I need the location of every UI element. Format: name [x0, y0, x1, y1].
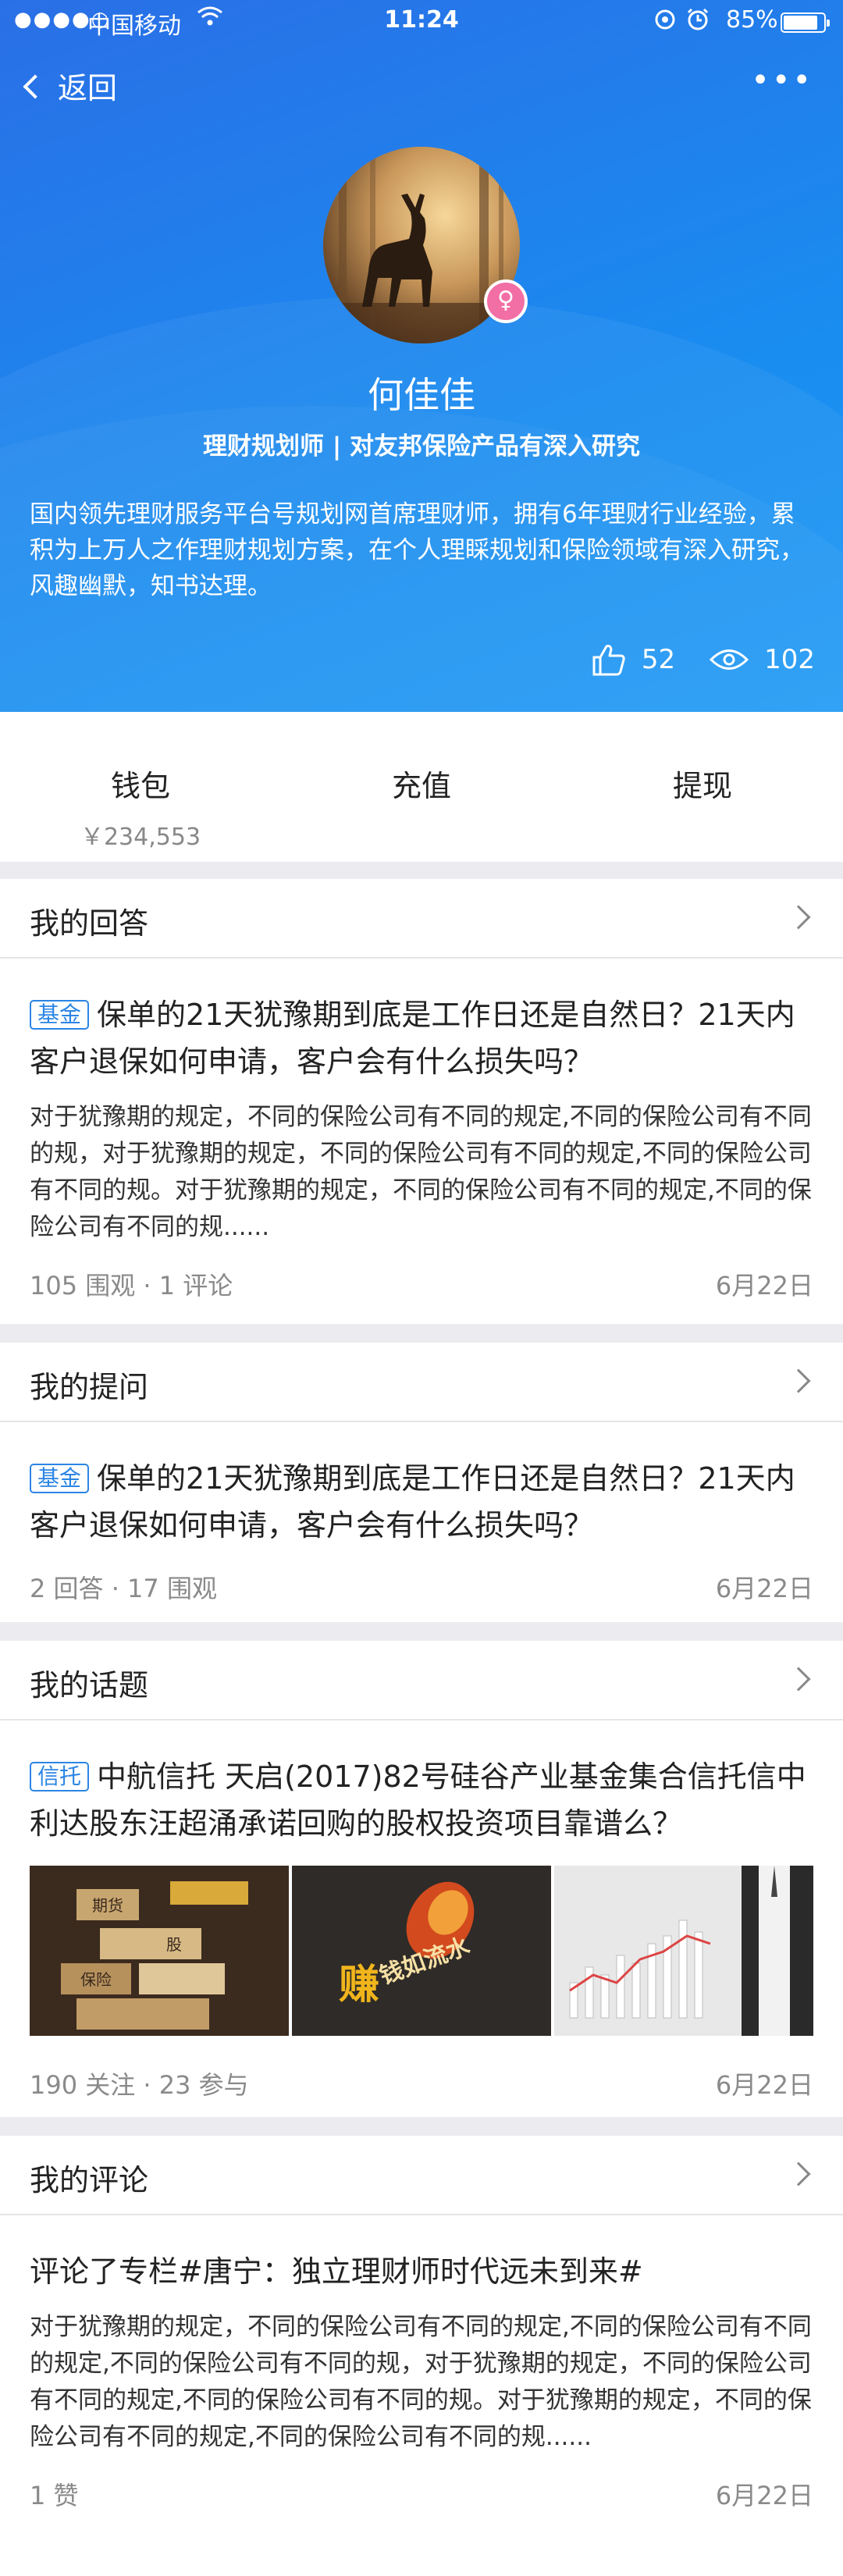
chevron-right-icon: [786, 1667, 811, 1692]
chevron-left-icon: [23, 73, 48, 99]
image-label: 保险: [80, 1970, 112, 1989]
category-tag: 基金: [30, 1464, 90, 1493]
item-date: 6月22日: [715, 2481, 813, 2510]
item-stats: 1 赞: [30, 2481, 79, 2510]
item-date: 6月22日: [715, 2070, 813, 2100]
question-text: 保单的21天犹豫期到底是工作日还是自然日？21天内客户退保如何申请，客户会有什么…: [30, 998, 795, 1079]
questions-header[interactable]: 我的提问: [0, 1343, 843, 1422]
item-meta: 190 关注 · 23 参与 6月22日: [30, 2065, 813, 2101]
view-count: 102: [764, 644, 815, 675]
nav-bar: 返回 •••: [0, 61, 843, 111]
item-meta: 2 回答 · 17 围观 6月22日: [30, 1569, 813, 1605]
clock: 11:24: [384, 6, 459, 34]
topic-item[interactable]: 信托 中航信托 天启(2017)82号硅谷产业基金集合信托信中利达股东汪超涌承诺回…: [0, 1720, 843, 2101]
topic-text: 中航信托 天启(2017)82号硅谷产业基金集合信托信中利达股东汪超涌承诺回购的…: [30, 1759, 806, 1841]
female-icon: ♀: [484, 279, 528, 323]
answer-excerpt: 对于犹豫期的规定，不同的保险公司有不同的规定,不同的保险公司有不同的规，对于犹豫…: [30, 1103, 812, 1241]
battery-percent: 85%: [726, 6, 778, 34]
question-item[interactable]: 基金 保单的21天犹豫期到底是工作日还是自然日？21天内客户退保如何申请，客户会有…: [0, 1422, 843, 1605]
back-label: 返回: [58, 71, 118, 105]
topics-header[interactable]: 我的话题: [0, 1641, 843, 1720]
comment-heading: 评论了专栏#唐宁：独立理财师时代远未到来#: [30, 2254, 643, 2289]
question-text: 保单的21天犹豫期到底是工作日还是自然日？21天内客户退保如何申请，客户会有什么…: [30, 1461, 795, 1542]
battery-icon: [781, 12, 830, 33]
item-date: 6月22日: [715, 1574, 813, 1603]
item-stats: 105 围观 · 1 评论: [30, 1271, 233, 1300]
comments-header[interactable]: 我的评论: [0, 2136, 843, 2215]
like-count: 52: [641, 644, 676, 675]
category-tag: 基金: [30, 1000, 90, 1030]
section-title: 我的回答: [30, 906, 149, 941]
recharge-label: 充值: [391, 769, 451, 803]
profile-subtitle: 理财规划师 | 对友邦保险产品有深入研究: [203, 432, 640, 461]
questions-section: 我的提问 基金 保单的21天犹豫期到底是工作日还是自然日？21天内客户退保如何申请…: [0, 1343, 843, 1622]
item-meta: 1 赞 6月22日: [30, 2476, 813, 2512]
profile-stats: 52 102: [557, 643, 815, 676]
battery-level: [784, 16, 817, 30]
section-title: 我的提问: [30, 1370, 149, 1404]
like-stat[interactable]: 52: [592, 643, 675, 676]
comment-item[interactable]: 评论了专栏#唐宁：独立理财师时代远未到来# 对于犹豫期的规定，不同的保险公司有不…: [0, 2215, 843, 2512]
comments-section: 我的评论 评论了专栏#唐宁：独立理财师时代远未到来# 对于犹豫期的规定，不同的保…: [0, 2136, 843, 2576]
alarm-icon: [654, 6, 717, 39]
wallet-button[interactable]: 钱包 ￥234,553: [0, 762, 281, 852]
image-label: 期货: [92, 1896, 123, 1915]
wallet-bar: 钱包 ￥234,553 充值 提现: [0, 712, 843, 862]
thumbs-up-icon: [592, 645, 625, 676]
image-label: 股: [166, 1935, 182, 1954]
chevron-right-icon: [786, 2161, 811, 2186]
category-tag: 信托: [30, 1762, 90, 1791]
topic-title: 信托 中航信托 天启(2017)82号硅谷产业基金集合信托信中利达股东汪超涌承诺回…: [30, 1753, 813, 1847]
withdraw-button[interactable]: 提现: [562, 762, 843, 805]
profile-bio: 国内领先理财服务平台号规划网首席理财师，拥有6年理财行业经验，累积为上万人之作理…: [30, 500, 804, 600]
section-title: 我的话题: [30, 1668, 149, 1703]
question-title: 基金 保单的21天犹豫期到底是工作日还是自然日？21天内客户退保如何申请，客户会有…: [30, 1455, 813, 1549]
item-stats: 190 关注 · 23 参与: [30, 2070, 249, 2100]
answers-section: 我的回答 基金 保单的21天犹豫期到底是工作日还是自然日？21天内客户退保如何申请…: [0, 879, 843, 1324]
image-label: 赚: [339, 1962, 379, 2008]
bar-chart-image[interactable]: [554, 1866, 813, 2036]
item-stats: 2 回答 · 17 围观: [30, 1574, 217, 1603]
wallet-label: 钱包: [110, 769, 170, 803]
futures-blocks-image[interactable]: 期货 股 保险: [30, 1866, 289, 2036]
withdraw-label: 提现: [672, 769, 732, 803]
comment-excerpt: 对于犹豫期的规定，不同的保险公司有不同的规定,不同的保险公司有不同的规定,不同的…: [30, 2313, 812, 2451]
status-bar: ●●●●○ 中国移动 11:24 85%: [0, 0, 843, 44]
chevron-right-icon: [786, 1368, 811, 1393]
answers-header[interactable]: 我的回答: [0, 879, 843, 959]
wallet-balance: ￥234,553: [80, 824, 201, 851]
section-title: 我的评论: [30, 2163, 149, 2197]
topics-section: 我的话题 信托 中航信托 天启(2017)82号硅谷产业基金集合信托信中利达股东汪…: [0, 1641, 843, 2117]
item-meta: 105 围观 · 1 评论 6月22日: [30, 1266, 813, 1302]
topic-images: 期货 股 保险 赚 钱如流水: [30, 1866, 813, 2036]
eye-icon: [710, 649, 749, 670]
money-flow-image[interactable]: 赚 钱如流水: [292, 1866, 551, 2036]
more-button[interactable]: •••: [751, 62, 813, 98]
profile-name: 何佳佳: [368, 374, 475, 416]
question-title: 基金 保单的21天犹豫期到底是工作日还是自然日？21天内客户退保如何申请，客户会有…: [30, 991, 813, 1085]
item-date: 6月22日: [715, 1271, 813, 1300]
recharge-button[interactable]: 充值: [281, 762, 562, 805]
view-stat: 102: [710, 644, 815, 675]
chevron-right-icon: [786, 905, 811, 930]
answer-item[interactable]: 基金 保单的21天犹豫期到底是工作日还是自然日？21天内客户退保如何申请，客户会有…: [0, 959, 843, 1302]
profile-header: ●●●●○ 中国移动 11:24 85% 返回 ••• ♀ 何佳佳 理财规划师 …: [0, 0, 843, 712]
back-button[interactable]: 返回: [23, 64, 118, 107]
